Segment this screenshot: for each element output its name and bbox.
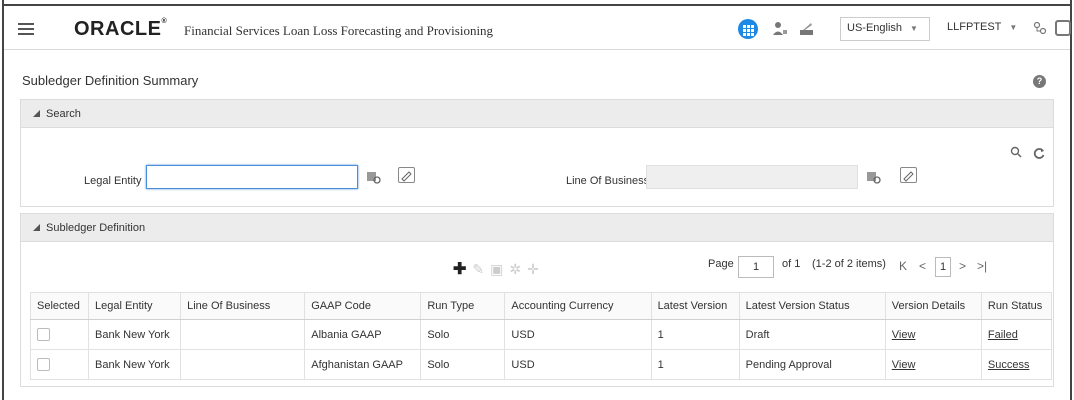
grid-section-label: Subledger Definition [46,222,146,234]
window-icon[interactable] [1055,20,1071,36]
current-page-button[interactable]: 1 [935,257,951,277]
line-of-business-label: Line Of Business [566,175,650,187]
app-title: Financial Services Loan Loss Forecasting… [184,23,494,38]
view-link[interactable]: View [892,359,916,371]
oracle-logo: ORACLE® [74,18,168,40]
chevron-down-icon: ▼ [1009,23,1018,32]
search-icon[interactable] [1010,146,1022,158]
run-status-cell: Failed [980,319,1053,350]
add-icon[interactable]: ✚ [453,261,466,278]
user-name: LLFPTEST [947,21,1002,33]
tools-icon[interactable] [797,19,817,39]
edit-selection-icon[interactable] [398,167,415,183]
column-header[interactable]: Accounting Currency [504,292,652,320]
line-of-business-cell [180,349,306,380]
language-select[interactable]: US-English ▼ [840,17,930,41]
subledger-table: Selected Legal Entity Line Of Business G… [29,292,1053,380]
next-page-icon[interactable]: > [959,259,966,273]
collapse-triangle-icon[interactable] [33,110,40,117]
version-details-cell: View [884,349,982,380]
currency-cell: USD [504,349,652,380]
gaap-code-cell: Afghanistan GAAP [304,349,422,380]
gaap-code-cell: Albania GAAP [304,319,422,350]
collapse-triangle-icon[interactable] [33,224,40,231]
line-of-business-cell [180,319,306,350]
column-header[interactable]: Latest Version [650,292,740,320]
latest-version-cell: 1 [650,319,740,350]
table-row[interactable]: Bank New York Afghanistan GAAP Solo USD … [29,349,1053,380]
page-title: Subledger Definition Summary [22,73,199,88]
logo-text: ORACLE [74,18,162,40]
page-of-label: of 1 [782,258,801,270]
first-page-icon[interactable]: K [899,259,907,273]
edit-selection-icon[interactable] [900,167,917,183]
row-checkbox[interactable] [37,358,50,371]
column-header[interactable]: Selected [29,292,90,320]
grid-toolbar: ✚ ✎ ▣ ✲ ✛ [453,259,545,278]
grid-section-header[interactable]: Subledger Definition [20,213,1054,242]
column-header[interactable]: Version Details [884,292,982,320]
column-header[interactable]: Run Status [980,292,1053,320]
search-section-header[interactable]: Search [20,99,1054,128]
column-header[interactable]: Legal Entity [88,292,182,320]
version-details-cell: View [884,319,982,350]
column-header[interactable]: GAAP Code [304,292,422,320]
run-icon[interactable]: ✛ [527,261,539,277]
previous-page-icon[interactable]: < [919,259,926,273]
top-header: ORACLE® Financial Services Loan Loss For… [4,4,1071,50]
items-count: (1-2 of 2 items) [812,258,886,270]
last-page-icon[interactable]: >| [977,259,987,273]
view-link[interactable]: View [892,329,916,341]
run-status-link[interactable]: Failed [988,329,1018,341]
row-checkbox[interactable] [37,328,50,341]
column-header[interactable]: Line Of Business [180,292,306,320]
user-admin-icon[interactable] [770,19,790,39]
chevron-down-icon: ▼ [910,24,918,33]
legal-entity-label: Legal Entity [84,175,142,187]
status-cell: Pending Approval [738,349,886,380]
edit-icon[interactable]: ✎ [472,261,484,277]
reset-icon[interactable] [1032,146,1046,160]
row-select-cell [29,349,90,380]
legal-entity-cell: Bank New York [88,319,182,350]
search-section-label: Search [46,108,81,120]
hierarchy-browser-icon[interactable] [366,170,382,184]
row-select-cell [29,319,90,350]
copy-icon[interactable]: ▣ [490,261,503,277]
run-type-cell: Solo [420,319,506,350]
hierarchy-browser-icon[interactable] [866,170,882,184]
user-menu[interactable]: LLFPTEST ▼ [941,17,1017,41]
run-status-link[interactable]: Success [988,359,1030,371]
column-header[interactable]: Latest Version Status [738,292,886,320]
language-value: US-English [847,22,903,34]
latest-version-cell: 1 [650,349,740,380]
run-status-cell: Success [980,349,1053,380]
page-number-input[interactable]: 1 [738,256,774,278]
page-label: Page [708,258,734,270]
run-type-cell: Solo [420,349,506,380]
table-row[interactable]: Bank New York Albania GAAP Solo USD 1 Dr… [29,319,1053,350]
applications-grid-icon[interactable] [738,19,758,39]
hierarchy-icon[interactable] [1033,21,1047,35]
authorize-icon[interactable]: ✲ [509,261,521,277]
help-icon[interactable]: ? [1033,75,1046,88]
status-cell: Draft [738,319,886,350]
column-header[interactable]: Run Type [420,292,506,320]
currency-cell: USD [504,319,652,350]
hamburger-menu-icon[interactable] [18,23,34,35]
line-of-business-input[interactable] [646,165,858,189]
table-header-row: Selected Legal Entity Line Of Business G… [29,292,1053,320]
legal-entity-cell: Bank New York [88,349,182,380]
legal-entity-input[interactable] [146,165,358,189]
